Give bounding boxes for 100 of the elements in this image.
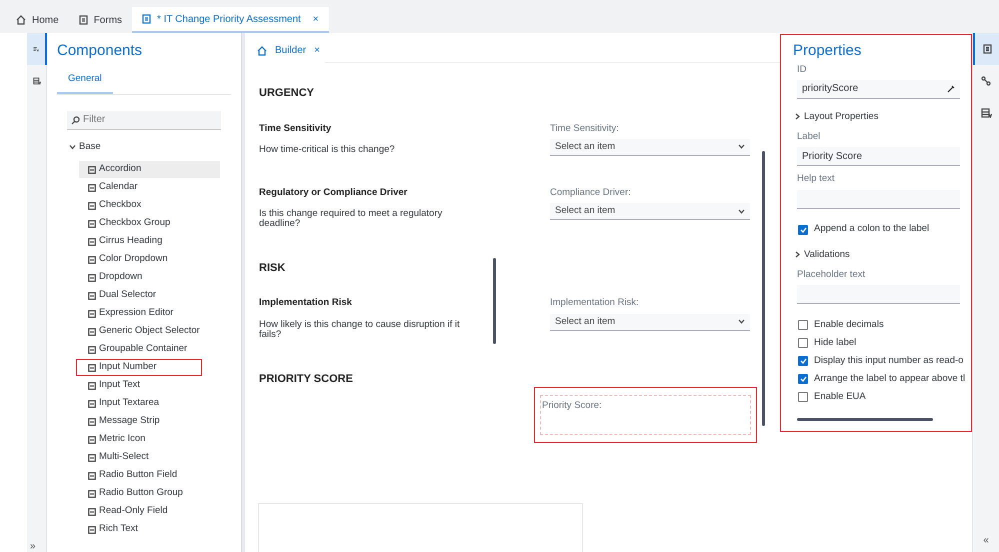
document-icon [142,14,152,24]
section-heading: PRIORITY SCORE [259,372,354,386]
checkbox-label: Display this input number as read-o [814,354,964,368]
widget-icon [88,346,96,354]
component-item[interactable]: Multi-Select [79,449,220,466]
components-icon [33,44,39,54]
widget-icon [88,526,96,534]
section-toggle[interactable]: Validations [795,248,850,262]
component-item[interactable]: Input Text [79,377,220,394]
subtab[interactable]: General [57,66,113,94]
builder-tab[interactable]: Builder × [245,33,330,66]
widget-icon [88,256,96,264]
checkbox[interactable] [798,374,808,384]
close-icon[interactable]: × [312,12,319,26]
tab[interactable]: Forms [68,7,132,33]
widget-icon [88,436,96,444]
list-icon [980,108,992,118]
widget-icon [88,310,96,318]
chevron-icon [69,144,76,150]
component-item[interactable]: Generic Object Selector [79,323,220,340]
dropdown[interactable]: Select an item [550,314,750,331]
dropdown[interactable]: Select an item [550,138,750,156]
component-item[interactable]: Input Number [76,359,202,376]
widget-icon [88,364,96,372]
component-item[interactable]: Cirrus Heading [79,233,220,250]
widget-icon [88,472,96,480]
component-item[interactable]: Dropdown [79,269,220,286]
panel-title: Properties [793,41,862,61]
component-item[interactable]: Color Dropdown [79,251,220,268]
component-item[interactable]: Read-Only Field [79,503,220,520]
input-field[interactable] [797,190,960,208]
close-icon[interactable]: × [314,43,320,58]
component-item[interactable]: Metric Icon [79,431,220,448]
scrollbar[interactable] [493,258,496,344]
widget-icon [88,508,96,516]
component-item[interactable]: Accordion [79,161,220,178]
score-field[interactable]: Priority Score: [540,395,751,435]
chevron-icon [738,208,745,214]
field-label: ID [797,62,808,76]
widget-icon [88,418,96,426]
component-item[interactable]: Radio Button Group [79,485,220,502]
section-heading: URGENCY [259,86,316,101]
checkbox[interactable] [798,224,808,234]
component-item[interactable]: Groupable Container [79,341,220,358]
widget-icon [88,328,96,336]
checkbox[interactable] [798,338,808,348]
component-item[interactable]: Message Strip [79,413,220,430]
search-icon [71,116,80,125]
list-icon [33,76,41,86]
field-label: Label [797,130,822,144]
chevron-icon [795,251,800,258]
checkbox[interactable] [798,320,808,330]
expand-button[interactable]: » [24,539,42,552]
component-item[interactable]: Expression Editor [79,305,220,322]
home-icon [257,46,267,56]
input-field[interactable]: priorityScore [797,80,960,99]
checkbox[interactable] [798,392,808,402]
scrollbar[interactable] [762,151,765,426]
chevron-icon [738,319,745,324]
section-toggle[interactable]: Layout Properties [795,110,878,124]
input-field[interactable]: Priority Score [797,147,960,166]
document-icon [78,15,88,25]
chevron-icon [738,144,745,150]
chevron-icon [795,113,800,120]
group-toggle[interactable]: Base [69,140,231,154]
checkbox-label: Arrange the label to appear above tl [814,372,966,386]
component-item[interactable]: Radio Button Field [79,467,220,484]
tab[interactable]: Home [6,7,69,33]
dropdown[interactable]: Select an item [550,203,750,220]
widget-icon [88,184,96,192]
widget-icon [88,400,96,408]
field-label: Compliance Driver: [550,186,632,200]
widget-icon [88,292,96,300]
input-field[interactable] [797,285,960,304]
panel-title: Components [57,41,144,61]
component-item[interactable]: Dual Selector [79,287,220,304]
field-label: Placeholder text [797,268,866,282]
properties-icon [982,44,992,54]
widget-icon [88,220,96,228]
filter-field[interactable]: Filter [67,110,221,130]
collapse-button[interactable]: « [973,533,999,548]
widget-icon [88,454,96,462]
widget-icon [88,166,96,174]
component-item[interactable]: Checkbox Group [79,215,220,232]
checkbox[interactable] [798,356,808,366]
links-icon [981,76,991,86]
field-label: Time Sensitivity: [550,122,620,136]
home-icon [16,15,26,25]
question-title: Regulatory or Compliance Driver [259,186,408,200]
component-item[interactable]: Checkbox [79,197,220,214]
scrollbar[interactable] [797,418,933,421]
question-text: Is this change required to meet a regulatory deadline? [259,209,444,230]
tab[interactable]: * IT Change Priority Assessment × [132,7,329,33]
widget-icon [88,490,96,498]
question-title: Time Sensitivity [259,122,332,136]
widget-icon [88,274,96,282]
component-item[interactable]: Rich Text [79,521,220,538]
component-item[interactable]: Calendar [79,179,220,196]
component-item[interactable]: Input Textarea [79,395,220,412]
question-text: How likely is this change to cause disruption if it fails? [259,320,461,340]
